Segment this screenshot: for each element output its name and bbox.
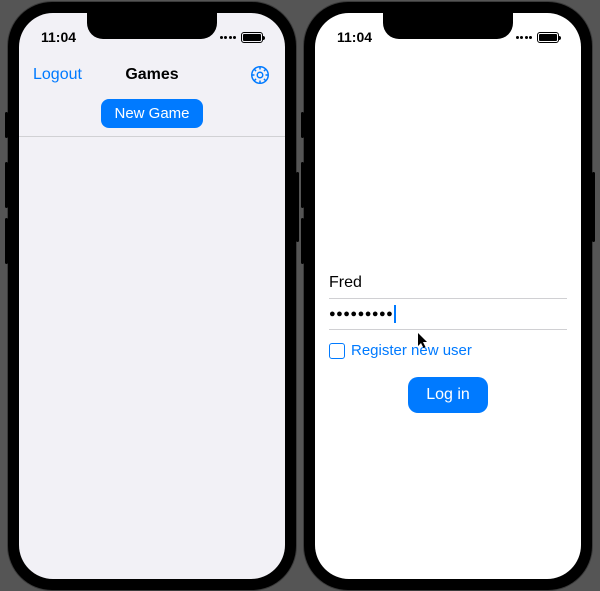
- register-row[interactable]: Register new user: [329, 342, 567, 359]
- register-label: Register new user: [351, 342, 472, 359]
- device-notch: [87, 13, 217, 39]
- username-field[interactable]: Fred: [329, 268, 567, 299]
- status-right: [220, 32, 264, 43]
- settings-button[interactable]: [249, 64, 271, 86]
- battery-icon: [537, 32, 559, 43]
- signal-icon: [220, 36, 237, 39]
- toolbar: New Game: [19, 97, 285, 137]
- nav-bar: Logout Games: [19, 53, 285, 97]
- status-time: 11:04: [337, 29, 372, 45]
- text-cursor: [394, 305, 396, 323]
- status-right: [516, 32, 560, 43]
- password-value: ●●●●●●●●●: [329, 308, 393, 320]
- phone-left: 11:04 Logout Games New Game: [8, 2, 296, 590]
- login-form: Fred ●●●●●●●●● Register new user Log in: [329, 268, 567, 413]
- status-time: 11:04: [41, 29, 76, 45]
- username-value: Fred: [329, 274, 362, 292]
- device-notch: [383, 13, 513, 39]
- new-game-button[interactable]: New Game: [101, 99, 202, 128]
- page-title: Games: [125, 66, 178, 84]
- battery-icon: [241, 32, 263, 43]
- signal-icon: [516, 36, 533, 39]
- phone-right: 11:04 Fred ●●●●●●●●● Register new user L…: [304, 2, 592, 590]
- password-field[interactable]: ●●●●●●●●●: [329, 299, 567, 330]
- logout-button[interactable]: Logout: [33, 66, 82, 84]
- login-button[interactable]: Log in: [408, 377, 488, 413]
- register-checkbox[interactable]: [329, 343, 345, 359]
- gear-icon: [249, 64, 271, 86]
